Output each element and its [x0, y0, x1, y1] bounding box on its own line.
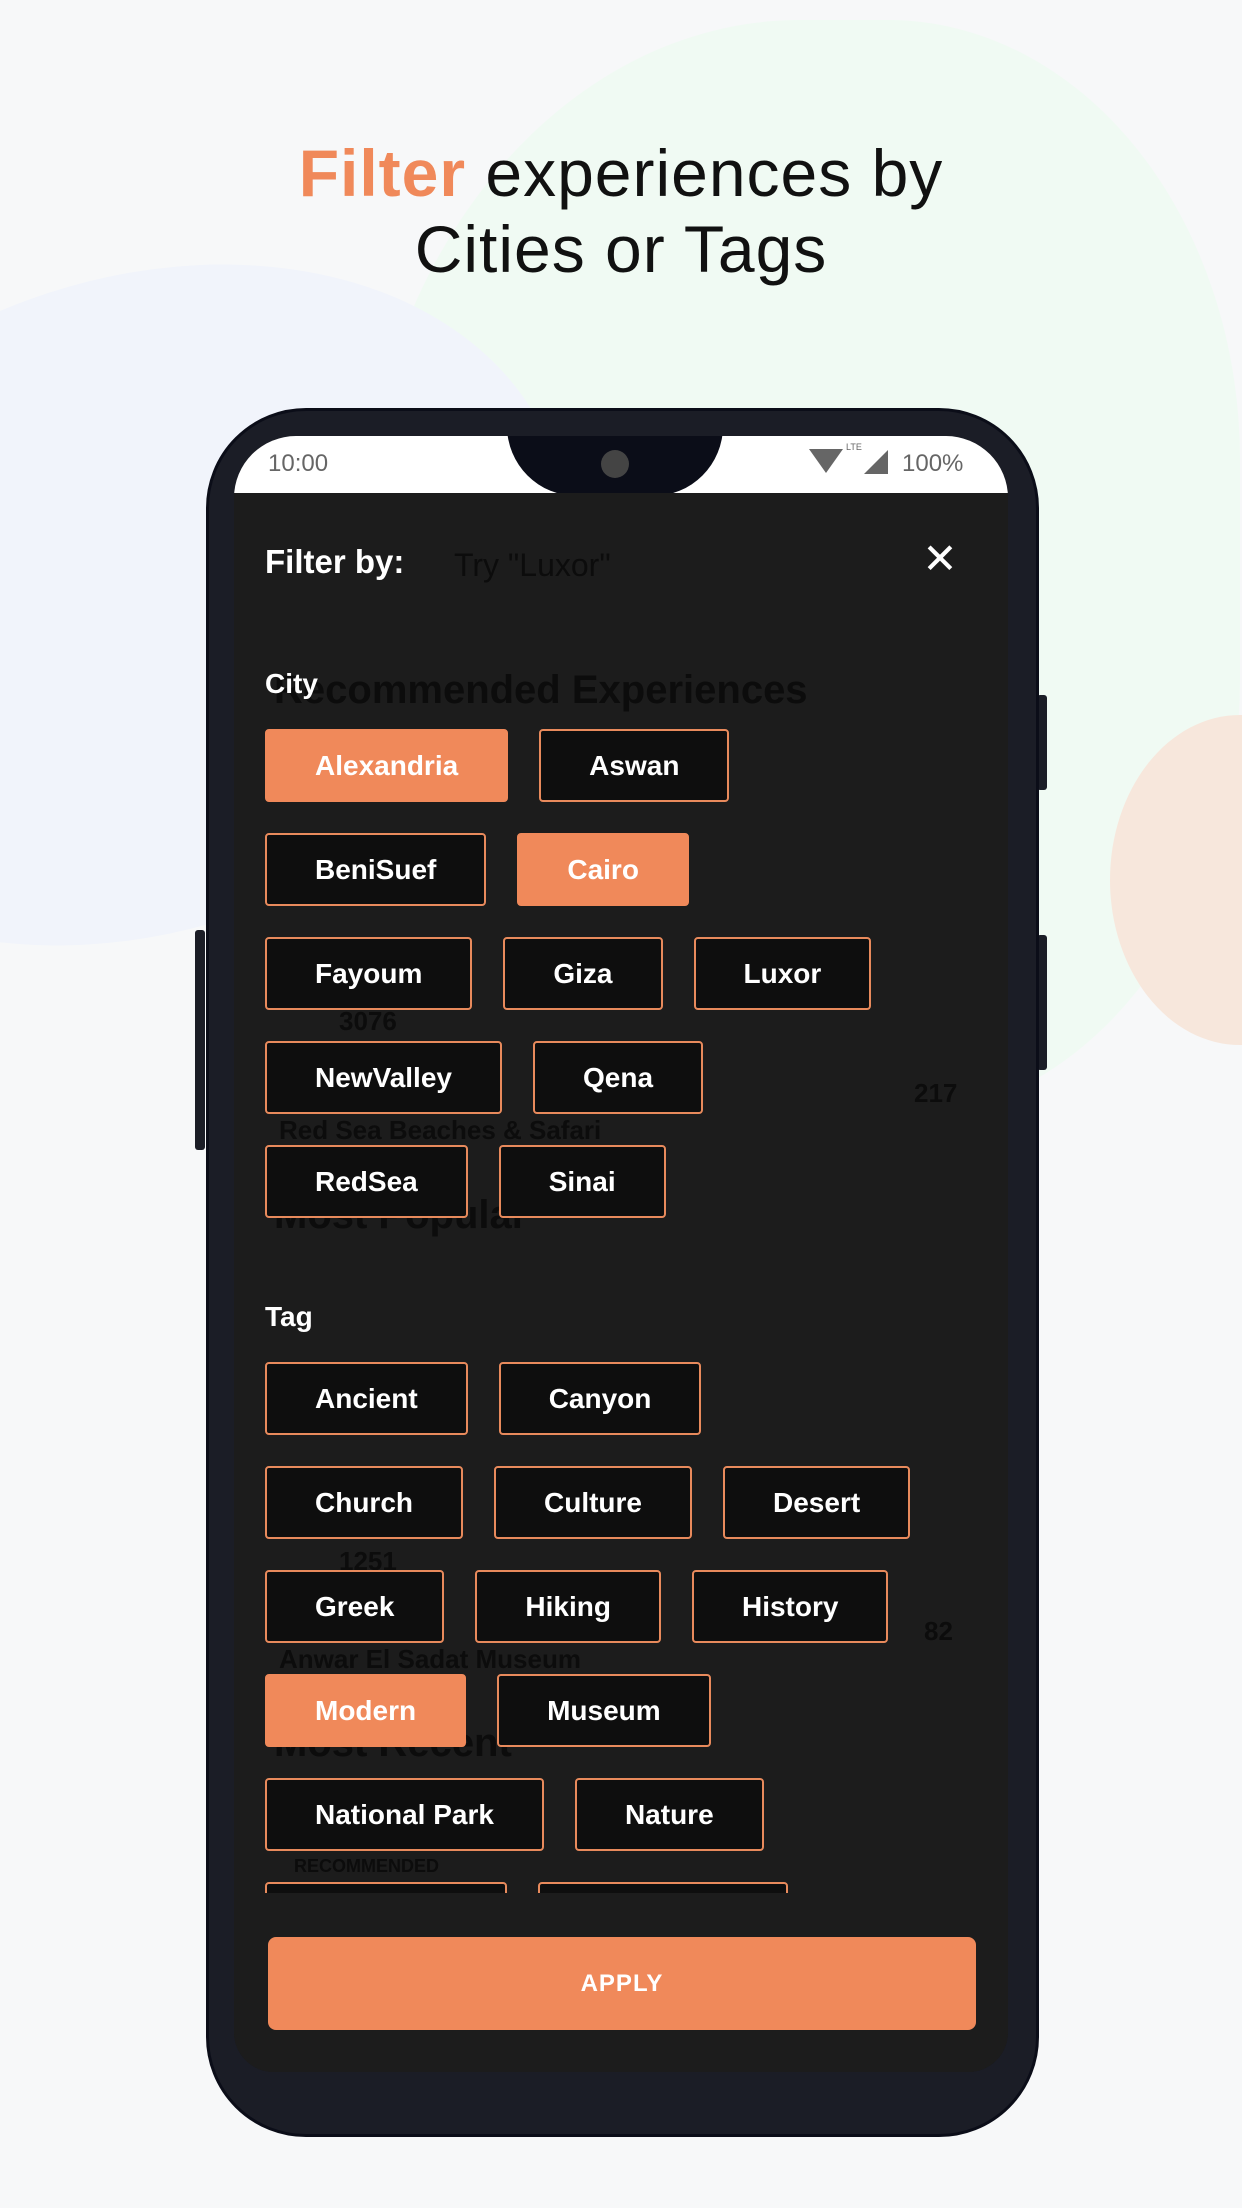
city-chip-alexandria[interactable]: Alexandria — [265, 729, 509, 802]
headline-line2: Cities or Tags — [414, 212, 828, 286]
bg-likes: 217 — [914, 1078, 958, 1108]
bg-search-placeholder: Try "Luxor" — [454, 547, 611, 583]
bg-recommended-heading: Recommended Experiences — [274, 668, 808, 712]
filter-title: Filter by: — [265, 543, 405, 580]
city-chip-benisuef[interactable]: BeniSuef — [265, 833, 487, 906]
tag-chip-museum[interactable]: Museum — [497, 1674, 711, 1747]
tag-row: Modern Museum — [265, 1674, 711, 1747]
city-row: NewValley Qena — [265, 1041, 704, 1114]
city-chip-fayoum[interactable]: Fayoum — [265, 937, 473, 1010]
city-chip-giza[interactable]: Giza — [503, 937, 663, 1010]
tag-chip-church[interactable]: Church — [265, 1466, 463, 1539]
apply-button[interactable]: APPLY — [268, 1937, 976, 2030]
bg-badge: RECOMMENDED — [294, 1856, 440, 1876]
bg-likes: 82 — [924, 1616, 953, 1646]
camera — [601, 450, 629, 478]
wifi-icon — [809, 449, 843, 473]
headline: Filter experiences by Cities or Tags — [0, 135, 1242, 287]
tag-chip-nature[interactable]: Nature — [574, 1778, 764, 1851]
tag-chip-greek[interactable]: Greek — [265, 1570, 445, 1643]
city-chip-sinai[interactable]: Sinai — [498, 1145, 666, 1218]
tag-chip-desert[interactable]: Desert — [723, 1466, 911, 1539]
tag-row: Greek Hiking History — [265, 1570, 889, 1643]
battery-level: 100% — [902, 450, 964, 477]
apply-bar: APPLY — [234, 1893, 1008, 2072]
tag-label: Tag — [265, 1301, 313, 1332]
tag-chip-hiking[interactable]: Hiking — [475, 1570, 661, 1643]
city-row: BeniSuef Cairo — [265, 833, 689, 906]
city-chip-redsea[interactable]: RedSea — [265, 1145, 468, 1218]
bg-card-title: Anwar El Sadat Museum — [279, 1644, 581, 1674]
volume-button — [195, 930, 205, 1150]
status-bar: 10:00 LTE 100% — [234, 436, 1008, 496]
phone-screen: 10:00 LTE 100% Try "Luxor" Recommended E… — [234, 436, 1008, 2072]
tag-chip-ancient[interactable]: Ancient — [265, 1362, 468, 1435]
signal-icon — [864, 450, 888, 474]
status-time: 10:00 — [268, 450, 329, 477]
city-row: Fayoum Giza Luxor — [265, 937, 872, 1010]
headline-line1: experiences by — [466, 136, 944, 210]
city-chip-luxor[interactable]: Luxor — [693, 937, 872, 1010]
city-chip-qena[interactable]: Qena — [532, 1041, 704, 1114]
tag-chip-national-park[interactable]: National Park — [265, 1778, 544, 1851]
city-row: Alexandria Aswan — [265, 729, 730, 802]
tag-chip-canyon[interactable]: Canyon — [498, 1362, 702, 1435]
tag-chip-modern[interactable]: Modern — [265, 1674, 467, 1747]
tag-row: Ancient Canyon — [265, 1362, 702, 1435]
headline-accent: Filter — [298, 136, 467, 210]
city-chip-aswan[interactable]: Aswan — [539, 729, 730, 802]
city-chip-newvalley[interactable]: NewValley — [265, 1041, 502, 1114]
tag-chip-culture[interactable]: Culture — [494, 1466, 692, 1539]
tag-row: Church Culture Desert — [265, 1466, 911, 1539]
tag-chip-history[interactable]: History — [691, 1570, 889, 1643]
bg-card-title: Red Sea Beaches & Safari — [279, 1115, 602, 1145]
tag-row: National Park Nature — [265, 1778, 764, 1851]
city-label: City — [265, 668, 318, 699]
close-icon[interactable]: ✕ — [920, 538, 960, 580]
bg-views: 3076 — [339, 1006, 397, 1036]
filter-panel: Try "Luxor" Recommended Experiences 3076… — [234, 493, 1008, 2072]
city-chip-cairo[interactable]: Cairo — [517, 833, 689, 906]
lte-label: LTE — [846, 442, 862, 452]
city-row: RedSea Sinai — [265, 1145, 666, 1218]
notch — [507, 436, 723, 496]
